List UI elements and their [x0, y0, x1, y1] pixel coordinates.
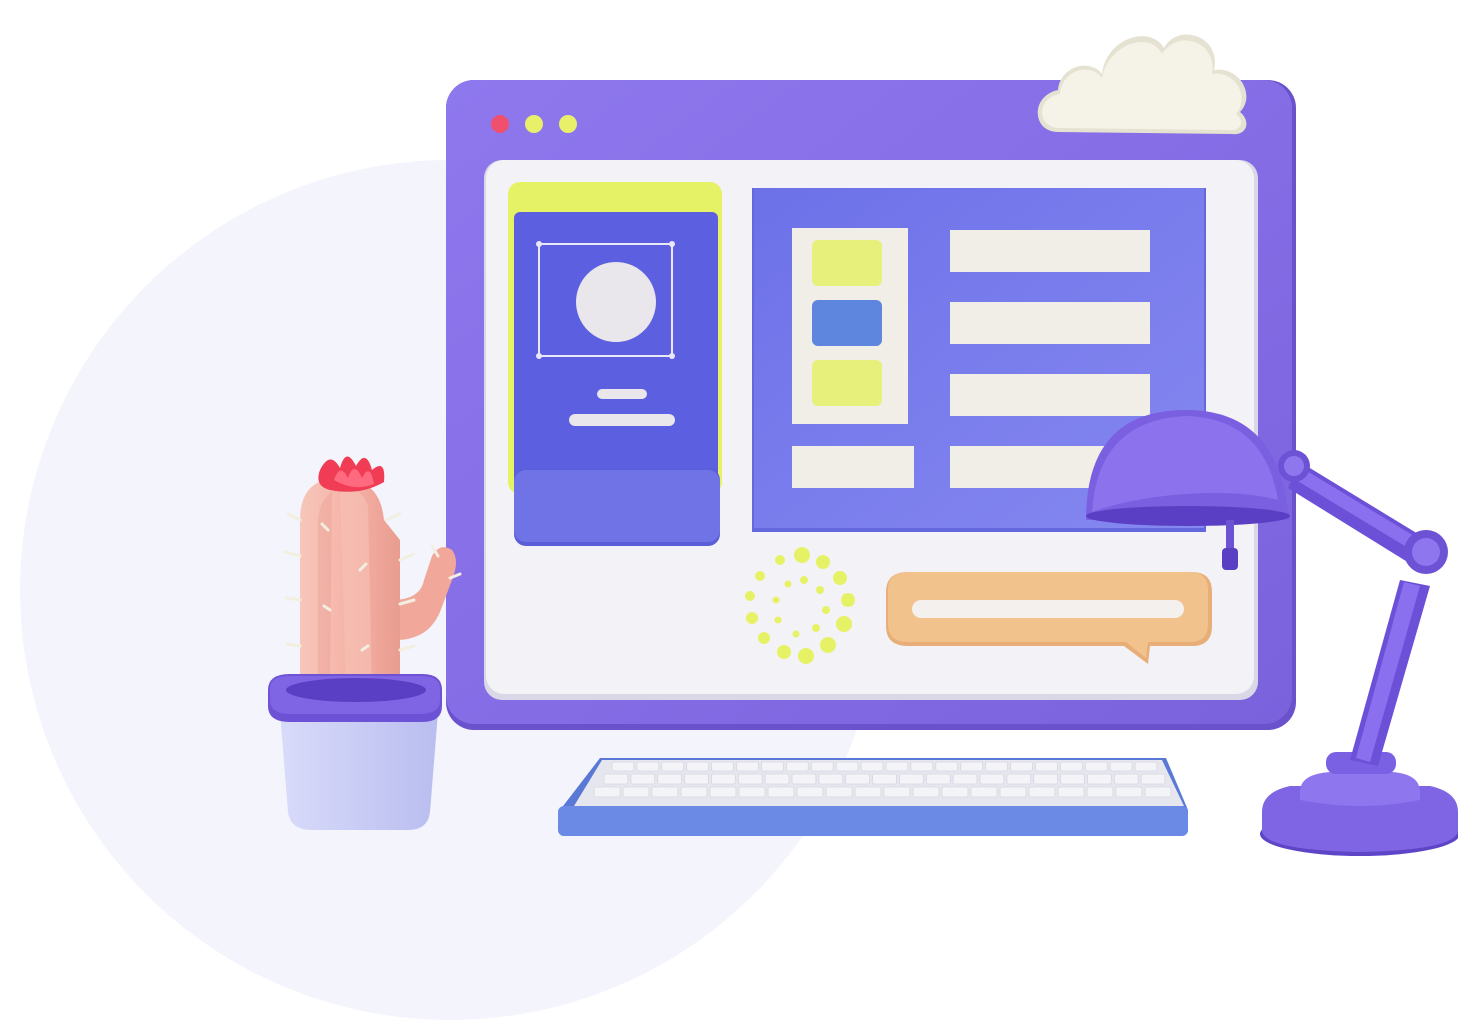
keyboard-key	[796, 786, 824, 798]
sidebar-button-3[interactable]	[812, 360, 882, 406]
keyboard-key	[960, 761, 984, 772]
keyboard-key	[711, 761, 734, 772]
keyboard-key	[786, 761, 809, 772]
content-line-1	[950, 230, 1150, 272]
keyboard-key	[910, 761, 934, 772]
content-line-3	[950, 374, 1150, 416]
keyboard-key	[999, 786, 1027, 798]
keyboard-key	[709, 786, 737, 798]
keyboard-key	[630, 773, 656, 785]
keyboard-key	[885, 761, 909, 772]
keyboard-icon	[558, 758, 1188, 836]
keyboard-key	[680, 786, 708, 798]
keyboard-key	[818, 773, 844, 785]
keyboard-key	[636, 761, 660, 772]
keyboard-key	[764, 773, 790, 785]
profile-subtitle-bar	[569, 414, 675, 426]
keyboard-key	[1035, 761, 1058, 772]
keyboard-key	[622, 786, 650, 798]
keyboard-key	[661, 761, 685, 772]
keyboard-key	[1084, 761, 1108, 772]
profile-title-bar	[597, 389, 647, 399]
keyboard-key	[593, 786, 621, 798]
message-input[interactable]	[912, 600, 1184, 618]
keyboard-key	[611, 761, 635, 772]
keyboard-key	[985, 761, 1008, 772]
keyboard-key	[941, 786, 969, 798]
sidebar-button-1[interactable]	[812, 240, 882, 286]
profile-card	[508, 182, 722, 546]
window-minimize-dot	[525, 115, 543, 133]
content-line-2	[950, 302, 1150, 344]
keyboard-key	[825, 786, 853, 798]
keyboard-key	[925, 773, 951, 785]
keyboard-key	[979, 773, 1005, 785]
keyboard-key	[1109, 761, 1133, 772]
keyboard-key	[912, 786, 940, 798]
keyboard-key	[1140, 773, 1166, 785]
window-maximize-dot	[559, 115, 577, 133]
keyboard-key	[952, 773, 978, 785]
keyboard-key	[1087, 773, 1112, 785]
keyboard-key	[835, 761, 859, 772]
keyboard-key	[1028, 786, 1056, 798]
keyboard-key	[1115, 786, 1143, 798]
keyboard-key	[883, 786, 911, 798]
keyboard-key	[810, 761, 834, 772]
keyboard-key	[1086, 786, 1114, 798]
keyboard-key	[791, 773, 817, 785]
keyboard-key	[1057, 786, 1085, 798]
keyboard-key	[737, 773, 763, 785]
flower-pot	[268, 674, 442, 830]
content-line-5	[792, 446, 914, 488]
keyboard-key	[657, 773, 683, 785]
keyboard-key	[1010, 761, 1033, 772]
keyboard-key	[899, 773, 924, 785]
keyboard-key	[1060, 761, 1083, 772]
keyboard-key	[767, 786, 795, 798]
workspace-illustration	[0, 0, 1458, 1030]
keyboard-key	[872, 773, 897, 785]
keyboard-key	[845, 773, 871, 785]
keyboard-key	[1144, 786, 1172, 798]
keyboard-key	[738, 786, 766, 798]
keyboard-key	[651, 786, 679, 798]
keyboard-key	[1006, 773, 1032, 785]
keyboard-key	[860, 761, 884, 772]
keyboard-key	[736, 761, 759, 772]
sidebar-button-2[interactable]	[812, 300, 882, 346]
keyboard-key	[1033, 773, 1058, 785]
window-close-dot	[491, 115, 509, 133]
keyboard-key	[711, 773, 736, 785]
keyboard-key	[970, 786, 998, 798]
keyboard-key	[761, 761, 784, 772]
cloud-icon	[1037, 34, 1247, 135]
keyboard-key	[1134, 761, 1158, 772]
keyboard-key	[1060, 773, 1085, 785]
keyboard-key	[686, 761, 710, 772]
keyboard-key	[1113, 773, 1139, 785]
keyboard-key	[684, 773, 709, 785]
keyboard-key	[854, 786, 882, 798]
keyboard-key	[603, 773, 629, 785]
keyboard-key	[935, 761, 959, 772]
